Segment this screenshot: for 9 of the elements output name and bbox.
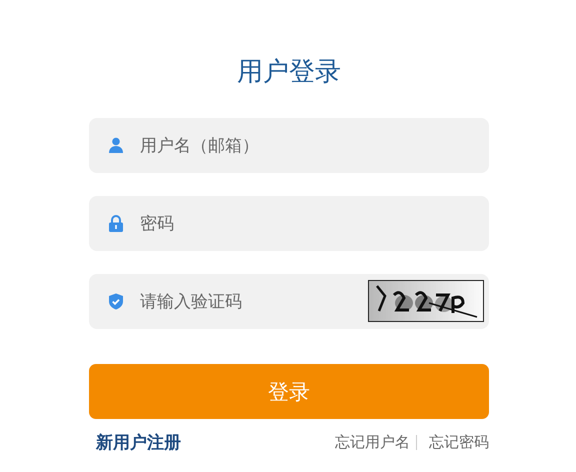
username-field[interactable]: 用户名（邮箱） — [89, 118, 489, 173]
user-icon — [108, 137, 124, 153]
lock-icon — [108, 215, 124, 232]
page-title: 用户登录 — [237, 55, 341, 88]
forgot-password-link[interactable]: 忘记密码 — [429, 433, 489, 452]
register-link[interactable]: 新用户注册 — [96, 431, 181, 454]
password-field[interactable]: 密码 — [89, 196, 489, 251]
forgot-username-link[interactable]: 忘记用户名 — [335, 433, 410, 452]
shield-check-icon — [108, 293, 124, 310]
